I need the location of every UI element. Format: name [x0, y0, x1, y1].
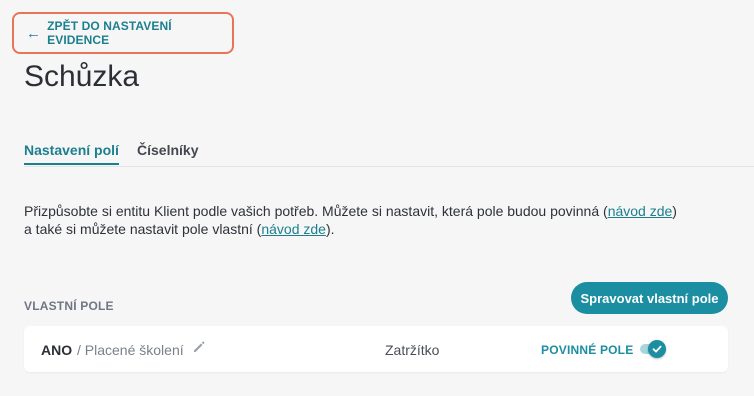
tab-bar: Nastavení polí Číselníky — [24, 140, 754, 167]
checkmark-icon — [652, 345, 662, 353]
guide-link-required[interactable]: návod zde — [608, 203, 673, 219]
toggle-knob — [648, 340, 666, 358]
field-name: ANO — [41, 342, 73, 358]
description-part-1: Přizpůsobte si entitu Klient podle vašic… — [24, 203, 608, 219]
tab-field-settings[interactable]: Nastavení polí — [24, 142, 119, 165]
description-part-3: ). — [325, 221, 335, 237]
field-type: Zatržítko — [385, 342, 440, 358]
tab-codelists[interactable]: Číselníky — [137, 142, 198, 158]
guide-link-custom[interactable]: návod zde — [261, 221, 326, 237]
pencil-edit-icon[interactable] — [192, 340, 206, 354]
back-button-label: ZPĚT DO NASTAVENÍ EVIDENCE — [47, 19, 172, 47]
manage-custom-fields-button[interactable]: Spravovat vlastní pole — [571, 282, 728, 314]
field-subtitle: / Placené školení — [77, 342, 184, 358]
page-title: Schůzka — [24, 60, 140, 93]
arrow-left-icon: ← — [26, 24, 42, 42]
custom-fields-heading: VLASTNÍ POLE — [24, 299, 114, 313]
required-field-label: POVINNÉ POLE — [541, 343, 634, 357]
custom-field-row: ANO / Placené školení Zatržítko POVINNÉ … — [24, 326, 728, 372]
back-to-settings-button[interactable]: ← ZPĚT DO NASTAVENÍ EVIDENCE — [12, 12, 234, 54]
description-text: Přizpůsobte si entitu Klient podle vašic… — [24, 202, 684, 238]
required-toggle[interactable] — [640, 340, 668, 358]
